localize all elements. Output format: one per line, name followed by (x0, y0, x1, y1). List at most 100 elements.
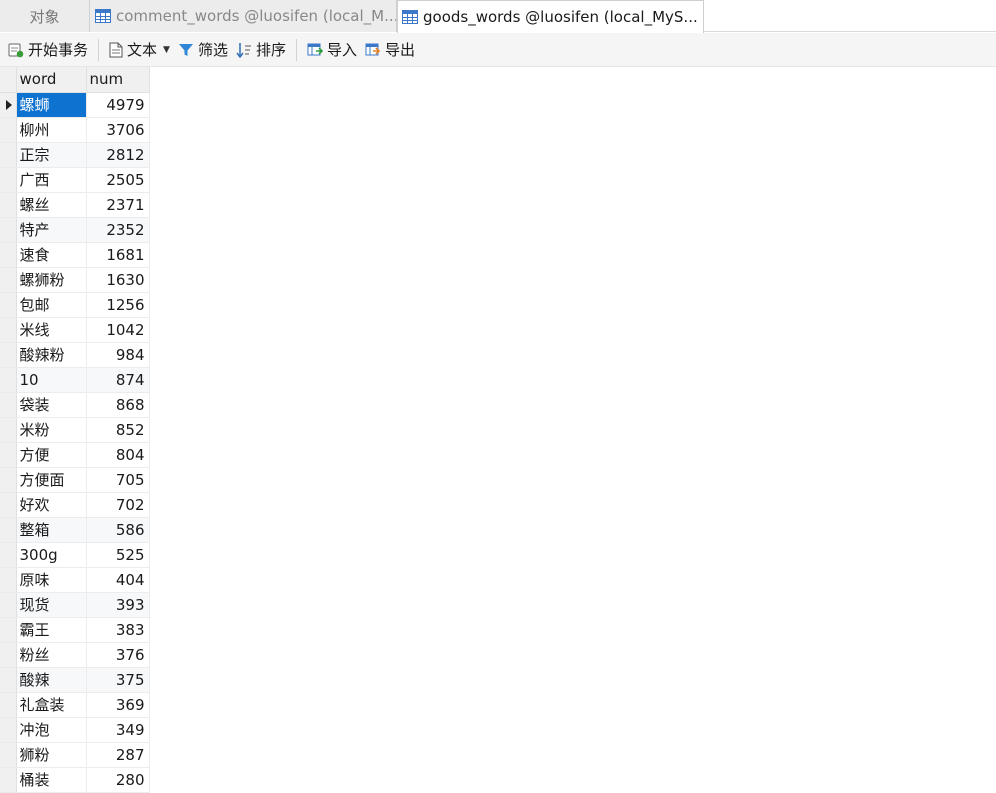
cell-num[interactable]: 804 (86, 442, 150, 468)
table-row[interactable]: 螺丝 2371 (0, 192, 150, 218)
row-indicator[interactable] (0, 317, 17, 343)
table-row[interactable]: 10 874 (0, 367, 150, 393)
column-header-num[interactable]: num (86, 67, 150, 93)
import-button[interactable]: 导入 (303, 37, 361, 63)
cell-word[interactable]: 酸辣粉 (16, 342, 87, 368)
row-indicator[interactable] (0, 442, 17, 468)
row-indicator[interactable] (0, 467, 17, 493)
cell-word[interactable]: 礼盒装 (16, 692, 87, 718)
cell-num[interactable]: 525 (86, 542, 150, 568)
cell-num[interactable]: 404 (86, 567, 150, 593)
row-indicator[interactable] (0, 742, 17, 768)
cell-num[interactable]: 984 (86, 342, 150, 368)
cell-word[interactable]: 特产 (16, 217, 87, 243)
cell-num[interactable]: 1681 (86, 242, 150, 268)
table-row[interactable]: 方便 804 (0, 442, 150, 468)
cell-word[interactable]: 300g (16, 542, 87, 568)
table-row[interactable]: 原味 404 (0, 567, 150, 593)
cell-word[interactable]: 袋装 (16, 392, 87, 418)
row-indicator[interactable] (0, 342, 17, 368)
cell-num[interactable]: 369 (86, 692, 150, 718)
row-indicator[interactable] (0, 292, 17, 318)
table-row[interactable]: 螺狮粉 1630 (0, 267, 150, 293)
table-row[interactable]: 好欢 702 (0, 492, 150, 518)
cell-num[interactable]: 586 (86, 517, 150, 543)
row-indicator[interactable] (0, 692, 17, 718)
cell-word[interactable]: 粉丝 (16, 642, 87, 668)
cell-word[interactable]: 柳州 (16, 117, 87, 143)
cell-word[interactable]: 米粉 (16, 417, 87, 443)
row-indicator[interactable] (0, 642, 17, 668)
cell-word[interactable]: 冲泡 (16, 717, 87, 743)
cell-num[interactable]: 705 (86, 467, 150, 493)
table-row[interactable]: 霸王 383 (0, 617, 150, 643)
row-indicator[interactable] (0, 767, 17, 793)
row-indicator[interactable] (0, 417, 17, 443)
table-row[interactable]: 酸辣 375 (0, 667, 150, 693)
table-row[interactable]: 冲泡 349 (0, 717, 150, 743)
cell-word[interactable]: 广西 (16, 167, 87, 193)
row-indicator[interactable] (0, 492, 17, 518)
tab-comment-words[interactable]: comment_words @luosifen (local_M... (90, 0, 397, 32)
row-indicator[interactable] (0, 117, 17, 143)
cell-num[interactable]: 2812 (86, 142, 150, 168)
cell-word[interactable]: 方便面 (16, 467, 87, 493)
tab-objects[interactable]: 对象 (0, 0, 90, 32)
row-indicator[interactable] (0, 517, 17, 543)
table-row[interactable]: 300g 525 (0, 542, 150, 568)
row-indicator[interactable] (0, 242, 17, 268)
tab-goods-words[interactable]: goods_words @luosifen (local_MyS... (397, 0, 704, 33)
cell-num[interactable]: 1042 (86, 317, 150, 343)
cell-num[interactable]: 375 (86, 667, 150, 693)
cell-num[interactable]: 2371 (86, 192, 150, 218)
column-header-word[interactable]: word (16, 67, 87, 93)
cell-word[interactable]: 速食 (16, 242, 87, 268)
table-row[interactable]: 特产 2352 (0, 217, 150, 243)
cell-word[interactable]: 螺狮粉 (16, 267, 87, 293)
cell-num[interactable]: 2505 (86, 167, 150, 193)
table-row[interactable]: 正宗 2812 (0, 142, 150, 168)
row-indicator[interactable] (0, 167, 17, 193)
row-indicator[interactable] (0, 142, 17, 168)
row-indicator[interactable] (0, 717, 17, 743)
row-indicator[interactable] (0, 217, 17, 243)
cell-num[interactable]: 1630 (86, 267, 150, 293)
row-indicator[interactable] (0, 192, 17, 218)
cell-num[interactable]: 868 (86, 392, 150, 418)
cell-num[interactable]: 4979 (86, 92, 150, 118)
cell-word[interactable]: 原味 (16, 567, 87, 593)
cell-num[interactable]: 349 (86, 717, 150, 743)
table-row[interactable]: 现货 393 (0, 592, 150, 618)
cell-word[interactable]: 桶装 (16, 767, 87, 793)
cell-num[interactable]: 376 (86, 642, 150, 668)
filter-button[interactable]: 筛选 (174, 37, 232, 63)
table-row[interactable]: 袋装 868 (0, 392, 150, 418)
data-grid[interactable]: word num 螺蛳 4979 柳州 3706 正宗 2812 广西 2505 螺丝 2371 特… (0, 67, 150, 793)
table-row[interactable]: 粉丝 376 (0, 642, 150, 668)
row-indicator[interactable] (0, 367, 17, 393)
table-row[interactable]: 酸辣粉 984 (0, 342, 150, 368)
row-indicator[interactable] (0, 592, 17, 618)
cell-num[interactable]: 3706 (86, 117, 150, 143)
cell-num[interactable]: 280 (86, 767, 150, 793)
cell-num[interactable]: 2352 (86, 217, 150, 243)
cell-num[interactable]: 1256 (86, 292, 150, 318)
begin-transaction-button[interactable]: 开始事务 (4, 37, 92, 63)
cell-word[interactable]: 螺蛳 (16, 92, 87, 118)
table-row[interactable]: 狮粉 287 (0, 742, 150, 768)
cell-word[interactable]: 霸王 (16, 617, 87, 643)
cell-word[interactable]: 正宗 (16, 142, 87, 168)
cell-num[interactable]: 383 (86, 617, 150, 643)
table-row[interactable]: 米线 1042 (0, 317, 150, 343)
cell-num[interactable]: 702 (86, 492, 150, 518)
row-indicator[interactable] (0, 542, 17, 568)
row-indicator[interactable] (0, 617, 17, 643)
table-row[interactable]: 礼盒装 369 (0, 692, 150, 718)
row-indicator[interactable] (0, 567, 17, 593)
row-indicator[interactable] (0, 267, 17, 293)
row-indicator[interactable] (0, 92, 17, 118)
table-row[interactable]: 速食 1681 (0, 242, 150, 268)
cell-word[interactable]: 螺丝 (16, 192, 87, 218)
table-row[interactable]: 包邮 1256 (0, 292, 150, 318)
text-view-button[interactable]: 文本 ▼ (105, 37, 174, 63)
